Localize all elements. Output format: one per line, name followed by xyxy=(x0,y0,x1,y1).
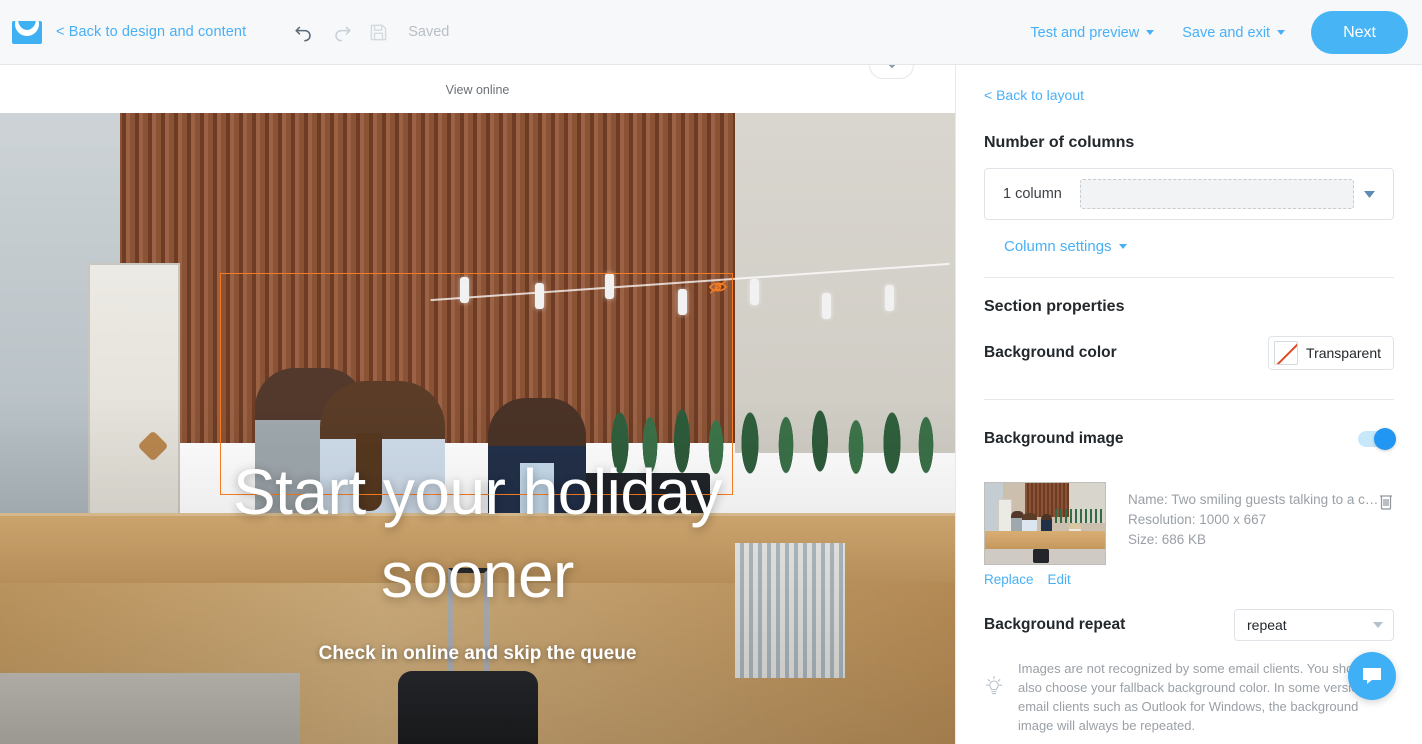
background-image-label: Background image xyxy=(984,430,1124,447)
caret-down-icon xyxy=(1118,244,1127,249)
lightbulb-icon xyxy=(984,675,1004,704)
chevron-down-icon xyxy=(888,65,895,68)
columns-value-label: 1 column xyxy=(1003,186,1062,202)
hero-subtitle[interactable]: Check in online and skip the queue xyxy=(0,643,955,665)
image-metadata: Name: Two smiling guests talking to a c…… xyxy=(1128,482,1394,565)
test-and-preview-label: Test and preview xyxy=(1030,24,1140,41)
email-canvas: View online Start your holiday sooner Ch… xyxy=(0,65,955,744)
envelope-logo-icon xyxy=(12,20,42,44)
back-to-layout-link[interactable]: < Back to layout xyxy=(984,87,1084,103)
caret-down-icon xyxy=(1277,30,1286,35)
background-image-thumbnail[interactable] xyxy=(984,482,1106,565)
next-button[interactable]: Next xyxy=(1311,11,1408,54)
background-repeat-value: repeat xyxy=(1247,617,1287,633)
toggle-knob xyxy=(1374,428,1396,450)
collapse-preview-toggle[interactable] xyxy=(869,65,914,79)
save-and-exit-menu[interactable]: Save and exit xyxy=(1168,25,1299,41)
top-toolbar: < Back to design and content Saved Test … xyxy=(0,0,1422,65)
background-color-value: Transparent xyxy=(1306,345,1381,361)
column-layout-preview xyxy=(1079,179,1354,209)
section-properties-panel: < Back to layout Number of columns 1 col… xyxy=(955,65,1422,744)
panel-divider xyxy=(984,399,1394,400)
image-resolution: Resolution: 1000 x 667 xyxy=(1128,512,1267,527)
section-properties-heading: Section properties xyxy=(984,298,1125,315)
back-to-design-and-content-link[interactable]: < Back to design and content xyxy=(56,24,246,40)
caret-down-icon xyxy=(1364,185,1393,203)
edit-image-link[interactable]: Edit xyxy=(1048,572,1071,587)
column-settings-label: Column settings xyxy=(1004,238,1112,255)
chat-support-button[interactable] xyxy=(1348,652,1396,700)
email-builder-app: < Back to design and content Saved Test … xyxy=(0,0,1422,744)
background-color-label: Background color xyxy=(984,344,1117,361)
history-tools: Saved xyxy=(293,21,449,43)
number-of-columns-select[interactable]: 1 column xyxy=(984,168,1394,220)
column-settings-dropdown[interactable]: Column settings xyxy=(1004,238,1127,255)
hint-text: Images are not recognized by some email … xyxy=(1018,661,1387,733)
caret-down-icon xyxy=(1146,30,1155,35)
panel-divider xyxy=(984,277,1394,278)
image-name: Name: Two smiling guests talking to a c… xyxy=(1128,492,1379,507)
view-online-link[interactable]: View online xyxy=(0,83,955,97)
caret-down-icon xyxy=(1373,622,1383,628)
background-image-hint: Images are not recognized by some email … xyxy=(984,659,1394,735)
top-toolbar-right: Test and preview Save and exit Next xyxy=(1016,0,1408,65)
hero-section[interactable]: Start your holiday sooner Check in onlin… xyxy=(0,113,955,744)
background-repeat-select[interactable]: repeat xyxy=(1234,609,1394,641)
image-actions: Replace Edit xyxy=(984,572,1394,587)
canvas-top-strip: View online xyxy=(0,65,955,113)
background-image-details: Name: Two smiling guests talking to a c…… xyxy=(984,482,1394,565)
background-color-row: Background color Transparent xyxy=(984,328,1394,378)
chat-bubble-icon xyxy=(1363,668,1381,684)
replace-image-link[interactable]: Replace xyxy=(984,572,1034,587)
background-image-toggle[interactable] xyxy=(1358,428,1396,450)
background-repeat-label: Background repeat xyxy=(984,616,1126,633)
hero-title[interactable]: Start your holiday sooner xyxy=(0,451,955,617)
background-color-picker-button[interactable]: Transparent xyxy=(1268,336,1394,370)
image-size: Size: 686 KB xyxy=(1128,532,1207,547)
saved-status-label: Saved xyxy=(408,24,450,40)
trash-icon[interactable] xyxy=(1378,492,1394,515)
redo-icon[interactable] xyxy=(331,21,353,43)
save-and-exit-label: Save and exit xyxy=(1182,24,1271,41)
floppy-disk-icon xyxy=(369,23,388,42)
background-image-row: Background image xyxy=(984,414,1396,464)
background-repeat-row: Background repeat repeat xyxy=(984,609,1394,641)
number-of-columns-heading: Number of columns xyxy=(984,134,1135,151)
transparent-swatch-icon xyxy=(1274,341,1299,365)
undo-icon[interactable] xyxy=(293,21,315,43)
test-and-preview-menu[interactable]: Test and preview xyxy=(1016,25,1168,41)
